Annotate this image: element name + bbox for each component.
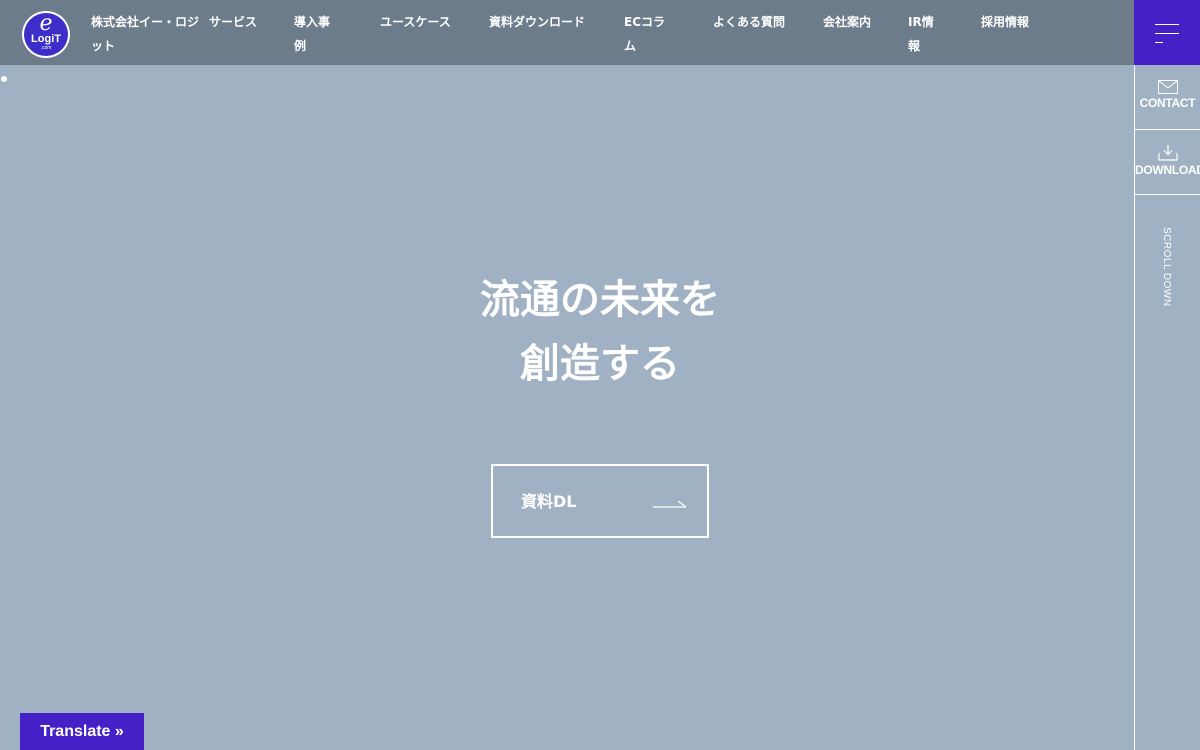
hero-title-line-2: 創造する <box>520 341 680 387</box>
nav-faq[interactable]: よくある質問 <box>713 10 787 34</box>
document-download-button[interactable]: 資料DL <box>491 464 709 538</box>
slider-dot[interactable] <box>1 76 7 82</box>
download-label: DOWNLOAD <box>1135 163 1200 177</box>
site-header: e LogiT .com 株式会社イー・ロジット サービス 導入事例 ユースケー… <box>0 0 1134 65</box>
hamburger-icon-bar <box>1155 33 1179 34</box>
hamburger-icon <box>1155 24 1179 25</box>
cta-label: 資料DL <box>521 492 577 511</box>
hero-title: 流通の未来を 創造する <box>300 268 900 396</box>
nav-ir[interactable]: IR情報 <box>908 10 942 58</box>
company-name-link[interactable]: 株式会社イー・ロジット <box>91 10 207 58</box>
scroll-down-indicator[interactable]: SCROLL DOWN <box>1161 227 1172 307</box>
company-logo[interactable]: e LogiT .com <box>22 11 70 58</box>
nav-case-studies[interactable]: 導入事例 <box>294 10 340 58</box>
logo-wordmark: LogiT <box>31 33 61 45</box>
menu-button[interactable] <box>1134 0 1200 65</box>
right-sidebar: CONTACT DOWNLOAD SCROLL DOWN <box>1134 65 1200 750</box>
mail-icon <box>1157 80 1178 94</box>
contact-button[interactable]: CONTACT <box>1135 65 1200 130</box>
arrow-right-icon <box>653 500 687 508</box>
nav-downloads[interactable]: 資料ダウンロード <box>489 10 597 34</box>
nav-use-cases[interactable]: ユースケース <box>380 10 452 34</box>
logo-mark: e <box>39 11 53 36</box>
download-button[interactable]: DOWNLOAD <box>1135 130 1200 195</box>
hamburger-icon-bar <box>1155 42 1163 43</box>
nav-company[interactable]: 会社案内 <box>823 10 871 34</box>
contact-label: CONTACT <box>1139 96 1196 110</box>
nav-recruit[interactable]: 採用情報 <box>981 10 1029 34</box>
hero-title-line-1: 流通の未来を <box>480 277 720 323</box>
logo-suffix: .com <box>40 45 52 51</box>
download-icon <box>1157 145 1178 161</box>
nav-services[interactable]: サービス <box>209 10 257 34</box>
nav-ec-column[interactable]: ECコラム <box>624 10 674 58</box>
translate-button[interactable]: Translate » <box>20 713 144 750</box>
